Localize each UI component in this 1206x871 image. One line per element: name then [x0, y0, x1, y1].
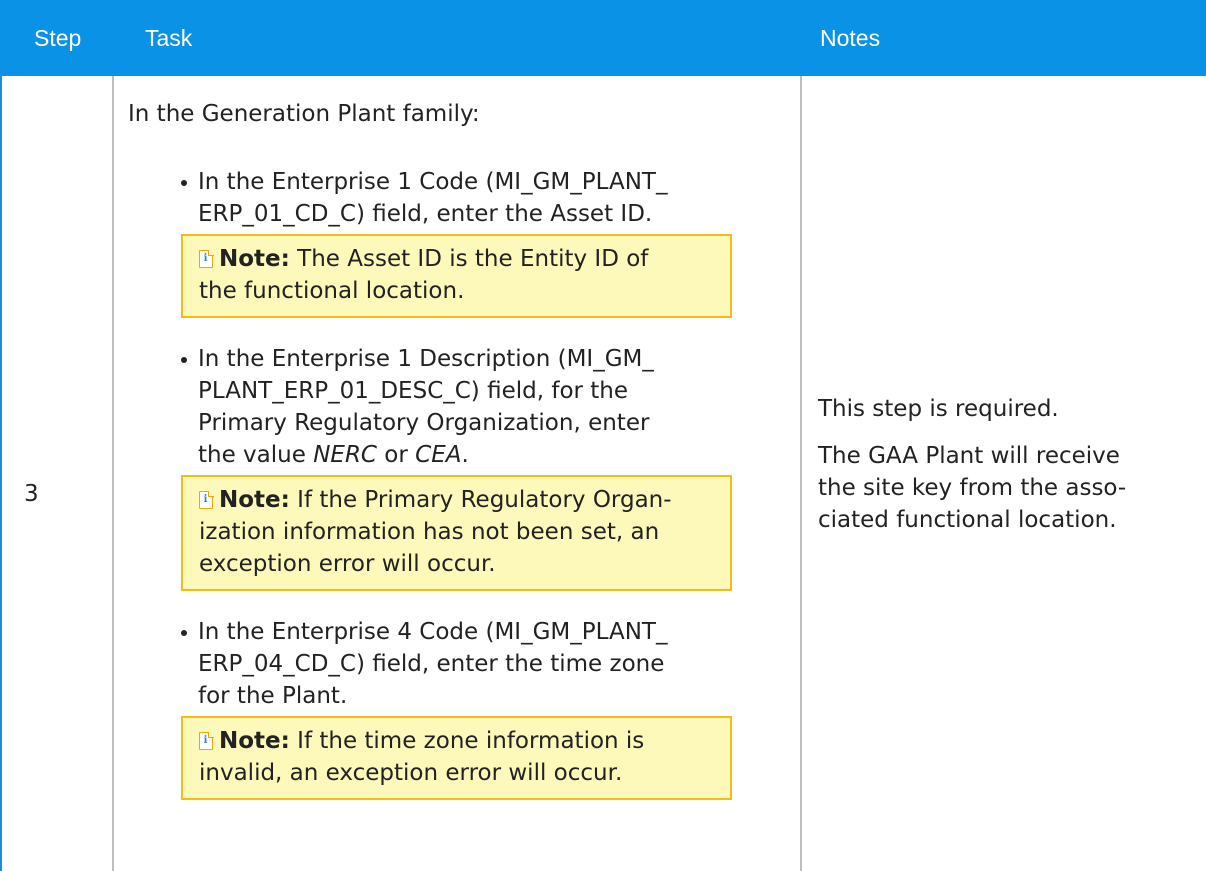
column-divider-step-task: [112, 76, 114, 871]
task-item-line: Primary Regulatory Organization, enter: [198, 410, 650, 436]
table-header-row: Step Task Notes: [0, 0, 1206, 76]
task-intro: In the Generation Plant family:: [128, 101, 480, 127]
note-box: i Note: If the time zone information is i…: [181, 716, 732, 800]
header-notes: Notes: [820, 25, 881, 51]
note-text: If the time zone information is: [289, 728, 645, 754]
note-label: Note:: [219, 246, 290, 272]
task-cell: In the Generation Plant family: In the E…: [128, 98, 793, 800]
task-list-item: In the Enterprise 1 Description (MI_GM_ …: [181, 343, 788, 471]
task-list-item: In the Enterprise 1 Code (MI_GM_PLANT_ E…: [181, 166, 788, 230]
note-line: i Note: The Asset ID is the Entity ID of: [199, 243, 714, 275]
task-item-text: .: [461, 442, 469, 468]
bullet-icon: [181, 180, 187, 186]
task-item-line: In the Enterprise 1 Code (MI_GM_PLANT_: [198, 169, 668, 195]
task-item-line: for the Plant.: [198, 683, 348, 709]
note-line: i Note: If the time zone information is: [199, 725, 714, 757]
steps-table: Step Task Notes 3 In the Generation Plan…: [0, 0, 1206, 871]
note-text: The Asset ID is the Entity ID of: [289, 246, 649, 272]
value-cea: CEA: [415, 442, 462, 468]
notes-required-text: This step is required.: [818, 396, 1059, 422]
note-text: If the Primary Regulatory Organ-: [289, 487, 672, 513]
header-step: Step: [34, 25, 82, 51]
task-item-line: ERP_01_CD_C) field, enter the Asset ID.: [198, 201, 653, 227]
task-item-line: PLANT_ERP_01_DESC_C) field, for the: [198, 378, 629, 404]
note-label: Note:: [219, 728, 290, 754]
task-item-line: In the Enterprise 4 Code (MI_GM_PLANT_: [198, 619, 668, 645]
note-line: the functional location.: [199, 278, 465, 304]
note-info-icon: i: [199, 731, 214, 750]
note-info-icon: i: [199, 249, 214, 268]
note-info-icon: i: [199, 490, 214, 509]
notes-cell: This step is required. The GAA Plant wil…: [818, 393, 1198, 536]
notes-description: The GAA Plant will receive the site key …: [818, 440, 1198, 536]
note-line: invalid, an exception error will occur.: [199, 760, 623, 786]
bullet-icon: [181, 630, 187, 636]
note-box: i Note: The Asset ID is the Entity ID of …: [181, 234, 732, 318]
step-number: 3: [24, 481, 39, 507]
value-nerc: NERC: [313, 442, 377, 468]
note-label: Note:: [219, 487, 290, 513]
notes-line: The GAA Plant will receive: [818, 443, 1120, 469]
task-item-line: ERP_04_CD_C) field, enter the time zone: [198, 651, 665, 677]
task-item-line: the value NERC or CEA.: [198, 439, 788, 471]
note-line: i Note: If the Primary Regulatory Organ-: [199, 484, 714, 516]
task-item-text: the value: [198, 442, 314, 468]
notes-line: ciated functional location.: [818, 507, 1117, 533]
bullet-icon: [181, 357, 187, 363]
header-task: Task: [145, 25, 193, 51]
task-list-item: In the Enterprise 4 Code (MI_GM_PLANT_ E…: [181, 616, 788, 712]
note-line: ization information has not been set, an: [199, 519, 660, 545]
notes-line: the site key from the asso-: [818, 475, 1127, 501]
task-item-line: In the Enterprise 1 Description (MI_GM_: [198, 346, 654, 372]
table-left-border: [0, 76, 2, 871]
note-line: exception error will occur.: [199, 551, 496, 577]
note-box: i Note: If the Primary Regulatory Organ- …: [181, 475, 732, 591]
task-item-text: or: [376, 442, 416, 468]
column-divider-task-notes: [800, 76, 802, 871]
